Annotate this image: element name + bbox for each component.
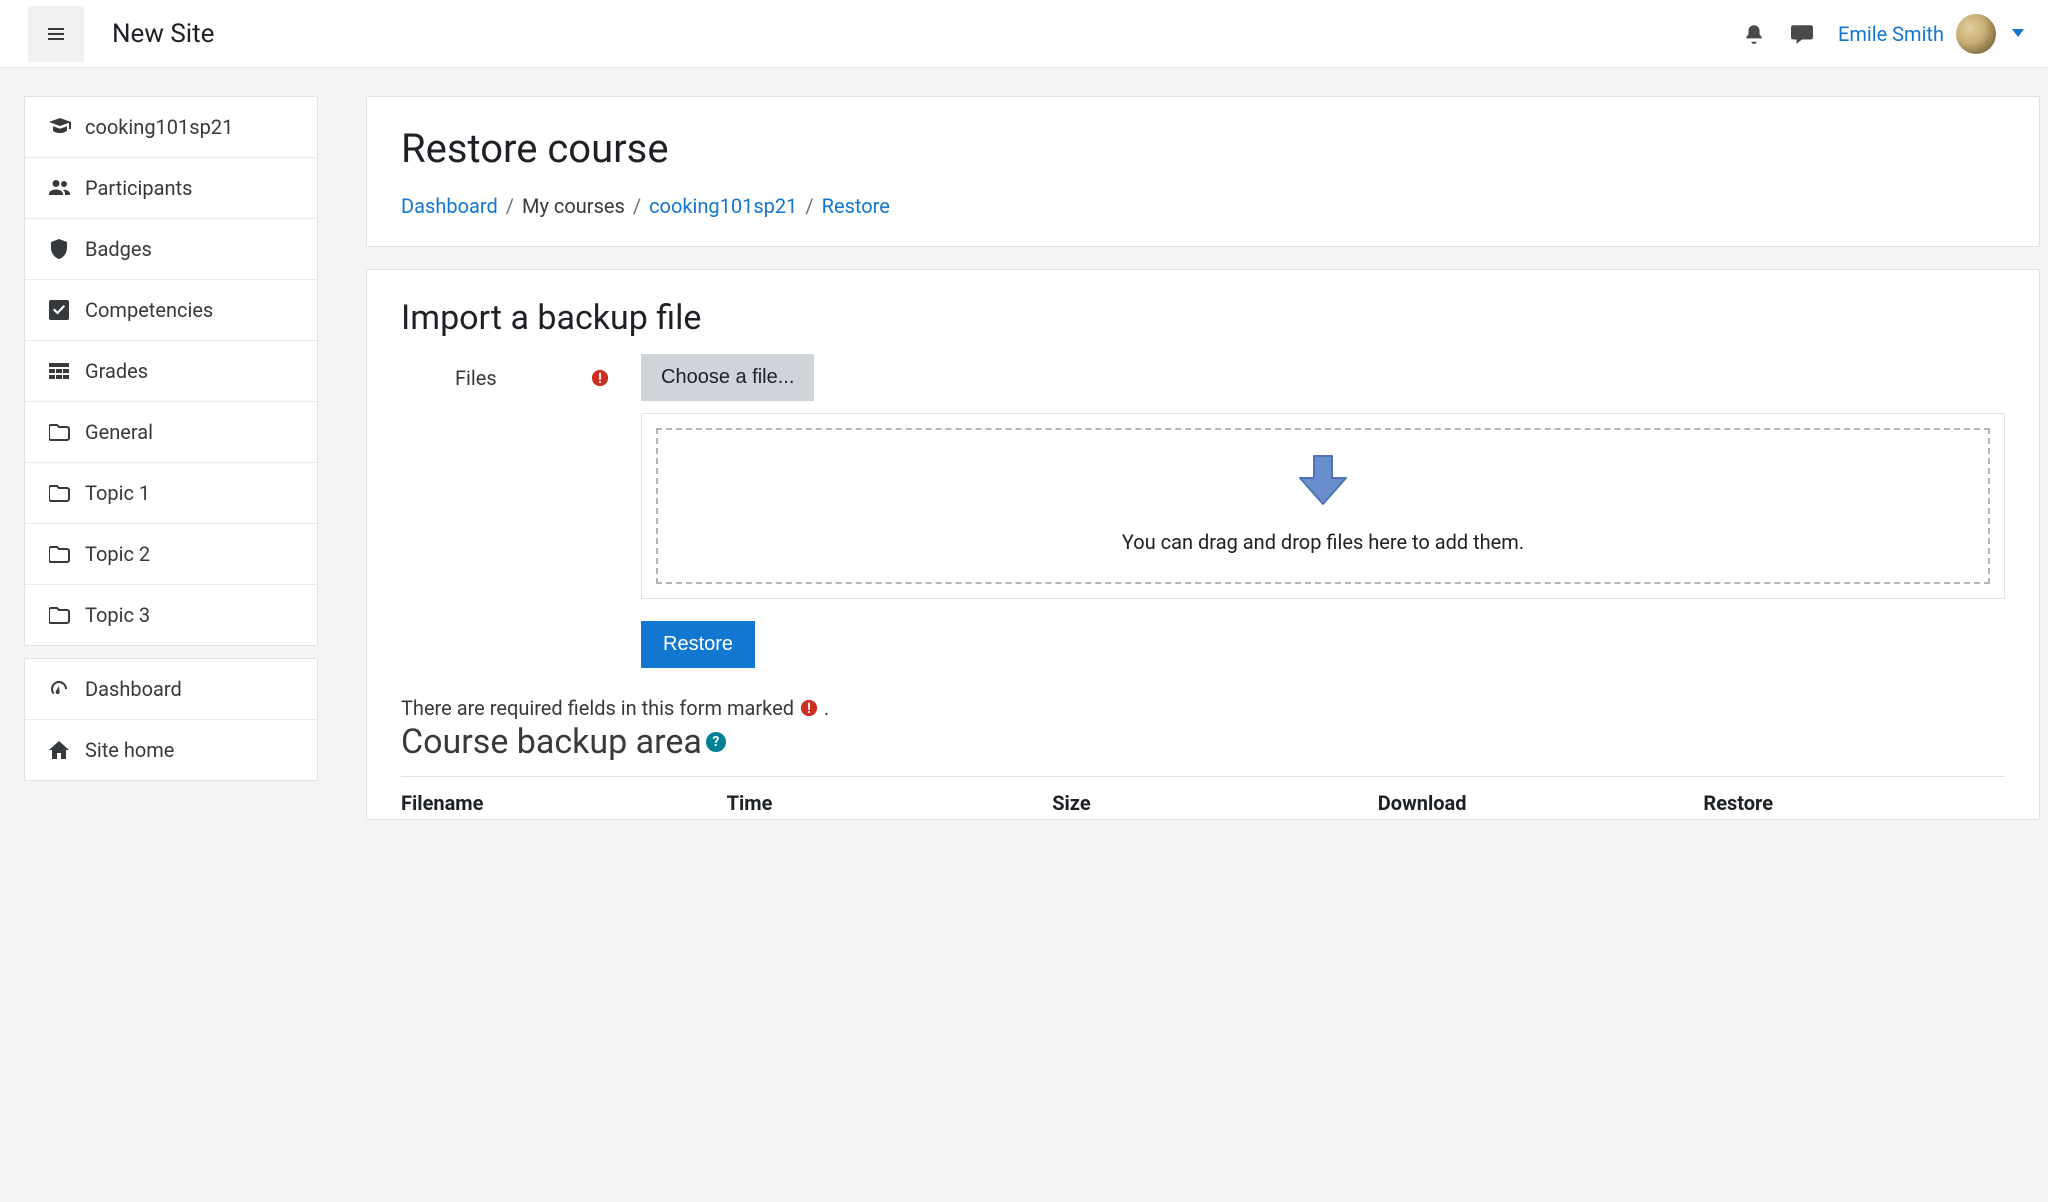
import-heading: Import a backup file — [401, 298, 2005, 338]
users-icon — [49, 177, 71, 199]
sidebar-item-label: Dashboard — [85, 677, 182, 701]
sidebar-item-label: Topic 1 — [85, 481, 150, 505]
folder-icon — [49, 543, 71, 565]
bell-icon — [1743, 23, 1765, 45]
files-label: Files — [455, 366, 497, 390]
column-header-time: Time — [727, 791, 1029, 815]
sidebar-item-label: Topic 3 — [85, 603, 150, 627]
sidebar-item-label: Grades — [85, 359, 148, 383]
table-icon — [49, 360, 71, 382]
file-drop-container: You can drag and drop files here to add … — [641, 413, 2005, 599]
sidebar-item-topic-2[interactable]: Topic 2 — [25, 523, 317, 584]
drop-instruction-text: You can drag and drop files here to add … — [1122, 530, 1524, 554]
sidebar-item-label: Topic 2 — [85, 542, 150, 566]
column-header-restore: Restore — [1703, 791, 2005, 815]
sidebar-item-label: Site home — [85, 738, 174, 762]
main-region: Restore course Dashboard / My courses / … — [342, 96, 2048, 1202]
column-header-filename: Filename — [401, 791, 703, 815]
column-header-download: Download — [1378, 791, 1680, 815]
site-nav-group: Dashboard Site home — [24, 658, 318, 781]
breadcrumb-separator: / — [633, 194, 641, 218]
sidebar-item-label: Competencies — [85, 298, 213, 322]
breadcrumb-separator: / — [805, 194, 813, 218]
shield-icon — [49, 238, 71, 260]
files-field-col: Choose a file... You can drag and drop f… — [641, 354, 2005, 668]
site-name[interactable]: New Site — [112, 19, 214, 49]
body-layout: cooking101sp21 Participants Badges Competen… — [0, 68, 2048, 1202]
avatar[interactable] — [1956, 14, 1996, 54]
user-menu-name[interactable]: Emile Smith — [1838, 22, 1944, 46]
sidebar-item-grades[interactable]: Grades — [25, 340, 317, 401]
sidebar-item-site-home[interactable]: Site home — [25, 719, 317, 780]
folder-icon — [49, 421, 71, 443]
caret-down-icon — [2012, 27, 2024, 39]
breadcrumb-dashboard[interactable]: Dashboard — [401, 194, 498, 218]
home-icon — [49, 739, 71, 761]
breadcrumb: Dashboard / My courses / cooking101sp21 … — [401, 194, 2005, 218]
sidebar-item-topic-3[interactable]: Topic 3 — [25, 584, 317, 645]
help-icon[interactable]: ? — [706, 732, 726, 752]
sidebar-item-topic-1[interactable]: Topic 1 — [25, 462, 317, 523]
breadcrumb-restore[interactable]: Restore — [822, 194, 890, 218]
messages-button[interactable] — [1784, 16, 1820, 52]
breadcrumb-course[interactable]: cooking101sp21 — [649, 194, 797, 218]
breadcrumb-mycourses: My courses — [522, 194, 625, 218]
tachometer-icon — [49, 678, 71, 700]
sidebar-item-cooking101sp21[interactable]: cooking101sp21 — [25, 97, 317, 157]
folder-icon — [49, 604, 71, 626]
sidebar-item-label: cooking101sp21 — [85, 115, 233, 139]
sidebar-item-badges[interactable]: Badges — [25, 218, 317, 279]
backup-table-header: Filename Time Size Download Restore — [401, 776, 2005, 815]
column-header-size: Size — [1052, 791, 1354, 815]
nav-drawer-toggle[interactable] — [28, 6, 84, 62]
notifications-button[interactable] — [1736, 16, 1772, 52]
download-arrow-icon — [1296, 454, 1350, 508]
nav-drawer: cooking101sp21 Participants Badges Competen… — [0, 96, 342, 1202]
required-icon — [591, 368, 609, 386]
files-form-row: Files Choose a file... — [401, 354, 2005, 668]
course-nav-group: cooking101sp21 Participants Badges Competen… — [24, 96, 318, 646]
files-label-col: Files — [401, 354, 641, 390]
required-icon — [800, 699, 818, 717]
required-note-text-pre: There are required fields in this form m… — [401, 696, 794, 720]
restore-button[interactable]: Restore — [641, 621, 755, 668]
sidebar-item-label: Participants — [85, 176, 192, 200]
sidebar-item-general[interactable]: General — [25, 401, 317, 462]
course-backup-area-heading: Course backup area? — [401, 722, 2005, 762]
user-menu-toggle[interactable] — [2012, 24, 2024, 43]
hamburger-icon — [46, 24, 66, 44]
required-note-text-post: . — [824, 696, 829, 720]
top-navbar: New Site Emile Smith — [0, 0, 2048, 68]
import-backup-card: Import a backup file Files Choose a file… — [366, 269, 2040, 820]
sidebar-item-competencies[interactable]: Competencies — [25, 279, 317, 340]
sidebar-item-label: Badges — [85, 237, 152, 261]
backup-heading-text: Course backup area — [401, 722, 702, 762]
folder-icon — [49, 482, 71, 504]
page-title: Restore course — [401, 125, 2005, 172]
check-square-icon — [49, 299, 71, 321]
sidebar-item-participants[interactable]: Participants — [25, 157, 317, 218]
required-fields-note: There are required fields in this form m… — [401, 696, 2005, 720]
graduation-cap-icon — [49, 116, 71, 138]
choose-file-button[interactable]: Choose a file... — [641, 354, 814, 401]
breadcrumb-separator: / — [506, 194, 514, 218]
sidebar-item-dashboard[interactable]: Dashboard — [25, 659, 317, 719]
file-drop-zone[interactable]: You can drag and drop files here to add … — [656, 428, 1990, 584]
chat-icon — [1791, 23, 1813, 45]
sidebar-item-label: General — [85, 420, 153, 444]
page-header-card: Restore course Dashboard / My courses / … — [366, 96, 2040, 247]
